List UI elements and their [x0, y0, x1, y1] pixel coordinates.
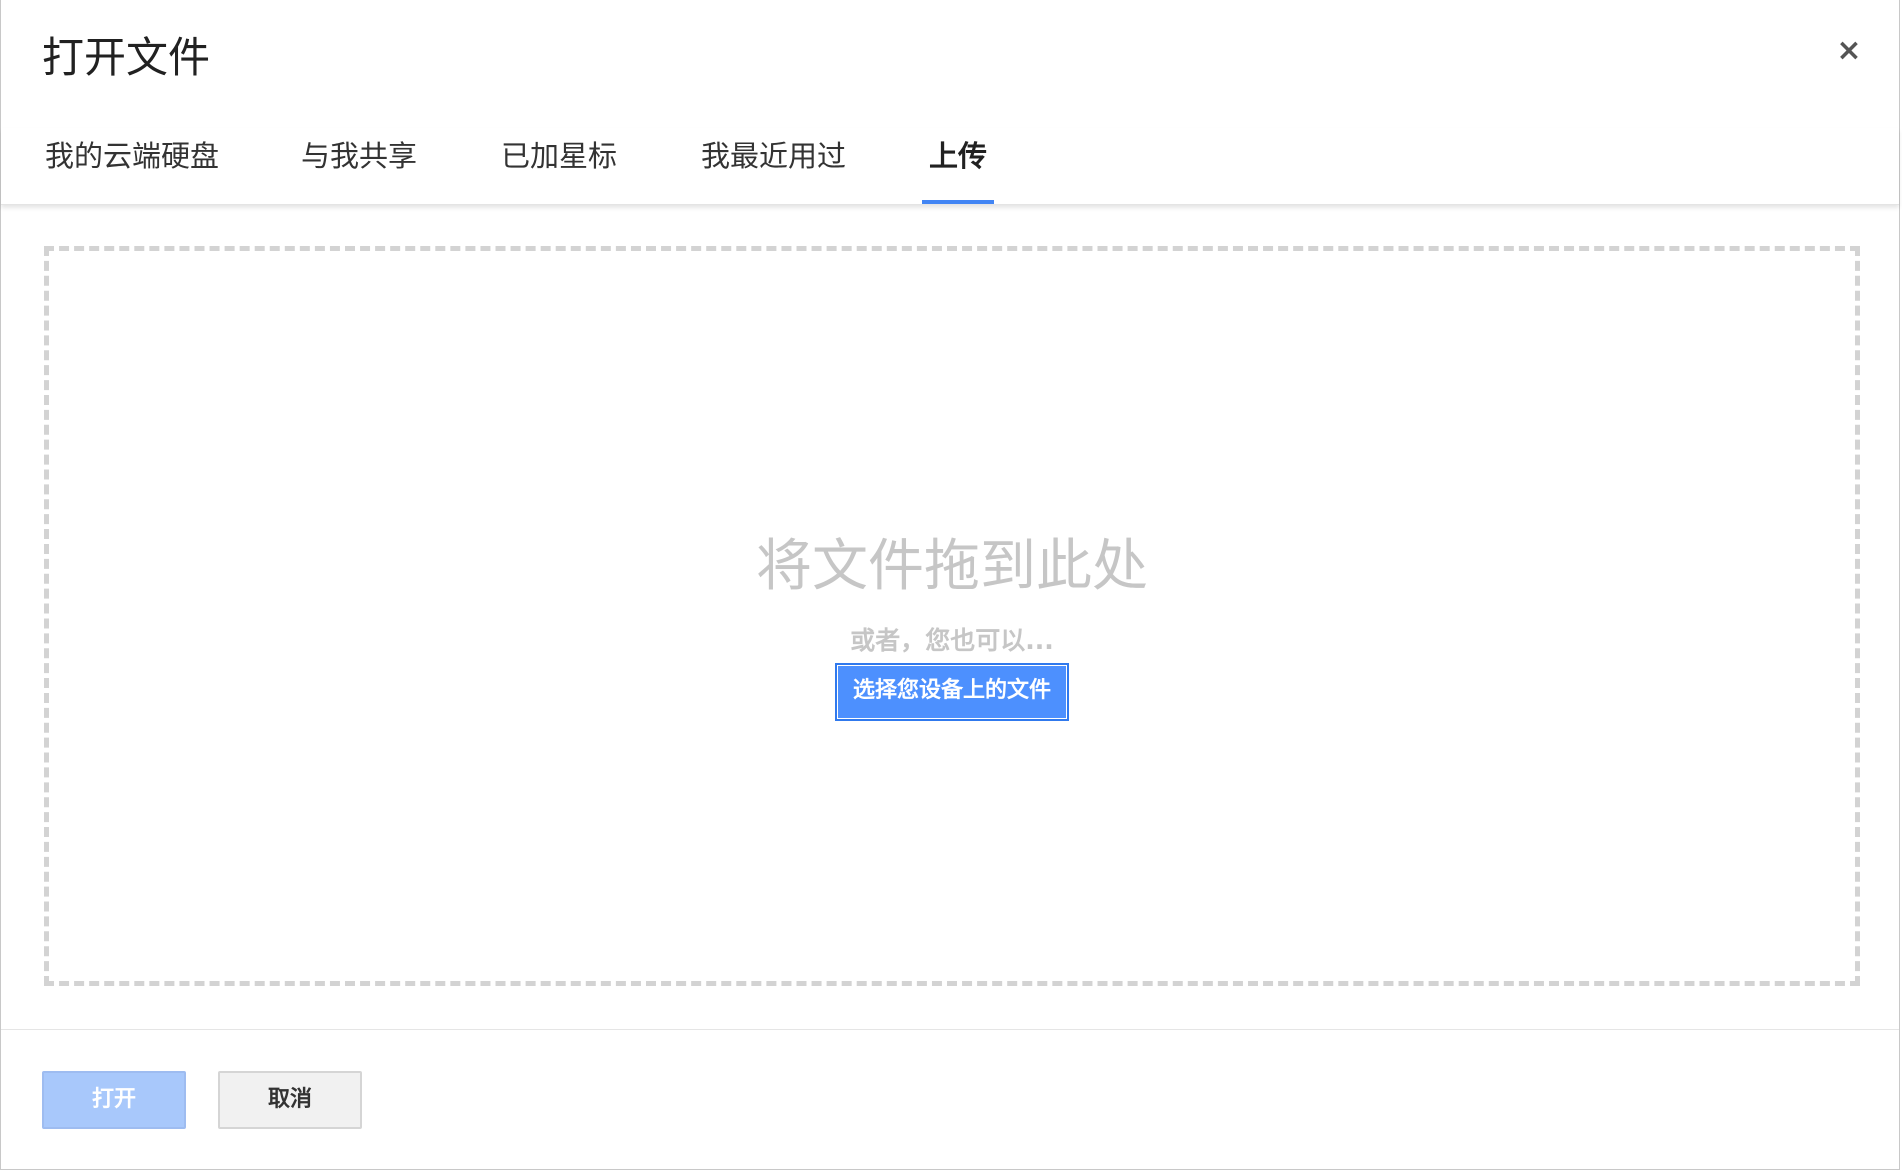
cancel-button[interactable]: 取消: [218, 1071, 362, 1129]
tab-label: 与我共享: [301, 139, 418, 173]
open-button[interactable]: 打开: [42, 1071, 186, 1129]
footer-divider: [1, 1029, 1899, 1030]
tab-shared-with-me[interactable]: 与我共享: [301, 128, 417, 204]
tab-bar: 我的云端硬盘 与我共享 已加星标 我最近用过 上传: [1, 128, 1899, 205]
open-file-dialog: 打开文件 × 我的云端硬盘 与我共享 已加星标 我最近用过 上传 将文件拖到此处…: [0, 0, 1900, 1170]
tab-label: 上传: [929, 139, 988, 173]
tab-upload[interactable]: 上传: [922, 128, 994, 204]
close-icon[interactable]: ×: [1829, 30, 1869, 70]
tab-label: 我最近用过: [701, 139, 847, 173]
tab-starred[interactable]: 已加星标: [501, 128, 617, 204]
choose-file-button[interactable]: 选择您设备上的文件: [835, 663, 1069, 721]
tab-label: 我的云端硬盘: [45, 139, 220, 173]
tab-recent[interactable]: 我最近用过: [701, 128, 846, 204]
drop-files-text: 将文件拖到此处: [756, 534, 1148, 599]
tab-label: 已加星标: [501, 139, 618, 173]
file-drop-zone[interactable]: 将文件拖到此处 或者，您也可以... 选择您设备上的文件: [44, 246, 1860, 986]
tab-my-drive[interactable]: 我的云端硬盘: [45, 128, 219, 204]
dialog-title: 打开文件: [42, 33, 211, 82]
or-text: 或者，您也可以...: [850, 626, 1054, 655]
active-tab-indicator: [922, 200, 994, 204]
